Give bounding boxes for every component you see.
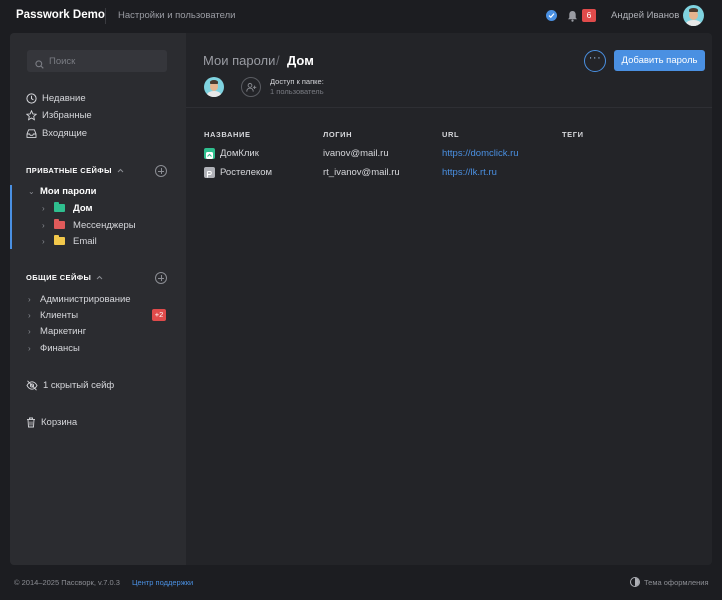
- folder-icon: [54, 235, 65, 245]
- user-add-icon: [246, 83, 257, 92]
- chevron-right-icon: ›: [28, 310, 31, 320]
- breadcrumb-parent[interactable]: Мои пароли: [203, 53, 275, 68]
- folder-icon: [54, 202, 65, 212]
- row-name[interactable]: Ростелеком: [220, 167, 272, 178]
- bell-icon[interactable]: [567, 9, 578, 27]
- nav-favorites-label: Избранные: [42, 109, 92, 121]
- hidden-vaults[interactable]: 1 скрытый сейф: [26, 378, 114, 392]
- row-login[interactable]: rt_ivanov@mail.ru: [323, 167, 400, 178]
- chevron-up-icon: [117, 168, 124, 173]
- trash-label: Корзина: [41, 416, 78, 428]
- chevron-right-icon: ›: [42, 203, 45, 213]
- share-access-button[interactable]: [241, 77, 261, 97]
- vault-administration[interactable]: › Администрирование: [28, 292, 131, 306]
- row-login[interactable]: ivanov@mail.ru: [323, 148, 389, 159]
- notification-count-badge[interactable]: 6: [582, 9, 596, 22]
- page-title: Дом: [287, 53, 314, 68]
- search-box[interactable]: [27, 50, 167, 72]
- vault-my-passwords-label: Мои пароли: [40, 185, 97, 197]
- folder-email-label: Email: [73, 235, 97, 247]
- vault-administration-label: Администрирование: [40, 293, 131, 305]
- user-name[interactable]: Андрей Иванов: [611, 10, 679, 21]
- column-header-login[interactable]: ЛОГИН: [323, 130, 352, 139]
- shared-vaults-title: ОБЩИЕ СЕЙФЫ: [26, 273, 92, 282]
- folder-icon: [54, 219, 65, 229]
- nav-inbox[interactable]: Входящие: [26, 126, 87, 140]
- clock-icon: [26, 92, 37, 104]
- shared-vaults-header[interactable]: ОБЩИЕ СЕЙФЫ: [26, 273, 103, 282]
- chevron-right-icon: ›: [42, 236, 45, 246]
- main-content: Мои пароли / Дом ··· Добавить пароль Дос…: [186, 33, 712, 565]
- folder-home-label: Дом: [73, 202, 93, 214]
- eye-off-icon: [26, 379, 38, 391]
- add-password-button[interactable]: Добавить пароль: [614, 50, 705, 71]
- settings-users-link[interactable]: Настройки и пользователи: [118, 10, 236, 21]
- private-vaults-header[interactable]: ПРИВАТНЫЕ СЕЙФЫ: [26, 166, 124, 175]
- theme-toggle-icon[interactable]: [630, 577, 640, 587]
- vault-marketing-label: Маркетинг: [40, 325, 87, 337]
- nav-inbox-label: Входящие: [42, 127, 88, 139]
- chevron-up-icon: [96, 275, 103, 280]
- clients-badge: +2: [152, 309, 166, 321]
- owner-avatar[interactable]: [204, 77, 224, 97]
- chevron-right-icon: ›: [28, 326, 31, 336]
- folder-home[interactable]: › Дом: [42, 201, 93, 215]
- vault-clients[interactable]: › Клиенты: [28, 308, 78, 322]
- vault-finance-label: Финансы: [40, 342, 80, 354]
- row-url[interactable]: https://domclick.ru: [442, 148, 519, 159]
- vault-marketing[interactable]: › Маркетинг: [28, 324, 86, 338]
- row-name[interactable]: ДомКлик: [220, 148, 259, 159]
- vault-finance[interactable]: › Финансы: [28, 341, 80, 355]
- chevron-down-icon: ⌄: [28, 186, 35, 196]
- content-panel: Недавние Избранные Входящие ПРИВАТНЫЕ СЕ…: [10, 33, 712, 565]
- brand-logo[interactable]: Passwork Demo: [16, 9, 105, 21]
- top-bar: Passwork Demo Настройки и пользователи 6…: [0, 0, 722, 32]
- verified-check-icon[interactable]: [546, 10, 557, 21]
- row-url[interactable]: https://lk.rt.ru: [442, 167, 497, 178]
- access-users-count[interactable]: 1 пользователь: [270, 87, 324, 96]
- nav-favorites[interactable]: Избранные: [26, 108, 92, 122]
- search-icon: [35, 56, 44, 74]
- chevron-right-icon: ›: [28, 294, 31, 304]
- column-header-name[interactable]: НАЗВАНИЕ: [204, 130, 251, 139]
- rostelecom-favicon-icon: [204, 167, 215, 178]
- hidden-vaults-label: 1 скрытый сейф: [43, 379, 115, 391]
- private-vaults-title: ПРИВАТНЫЕ СЕЙФЫ: [26, 166, 112, 175]
- domclick-favicon-icon: [204, 148, 215, 159]
- star-icon: [26, 109, 37, 121]
- inbox-icon: [26, 128, 37, 138]
- vault-my-passwords[interactable]: ⌄ Мои пароли: [28, 184, 96, 198]
- chevron-right-icon: ›: [28, 343, 31, 353]
- sidebar: Недавние Избранные Входящие ПРИВАТНЫЕ СЕ…: [10, 33, 186, 565]
- column-header-url[interactable]: URL: [442, 130, 459, 139]
- folder-messengers[interactable]: › Мессенджеры: [42, 218, 136, 232]
- header-divider: [186, 107, 712, 108]
- nav-recent[interactable]: Недавние: [26, 91, 86, 105]
- breadcrumb-separator: /: [276, 53, 280, 68]
- nav-recent-label: Недавние: [42, 92, 86, 104]
- trash[interactable]: Корзина: [26, 415, 77, 429]
- more-options-button[interactable]: ···: [584, 50, 606, 72]
- user-avatar[interactable]: [683, 5, 704, 26]
- trash-icon: [27, 417, 35, 427]
- vault-clients-label: Клиенты: [40, 309, 79, 321]
- access-title: Доступ к папке:: [270, 77, 324, 86]
- active-indicator: [10, 185, 12, 249]
- theme-toggle-label[interactable]: Тема оформления: [644, 578, 709, 587]
- add-shared-vault-button[interactable]: [155, 272, 167, 284]
- top-divider: [105, 8, 106, 24]
- chevron-right-icon: ›: [42, 220, 45, 230]
- support-center-link[interactable]: Центр поддержки: [132, 578, 193, 587]
- folder-email[interactable]: › Email: [42, 234, 97, 248]
- column-header-tags[interactable]: ТЕГИ: [562, 130, 584, 139]
- search-input[interactable]: [49, 53, 159, 69]
- folder-messengers-label: Мессенджеры: [73, 219, 136, 231]
- add-private-vault-button[interactable]: [155, 165, 167, 177]
- copyright: © 2014–2025 Пассворк, v.7.0.3: [14, 578, 120, 587]
